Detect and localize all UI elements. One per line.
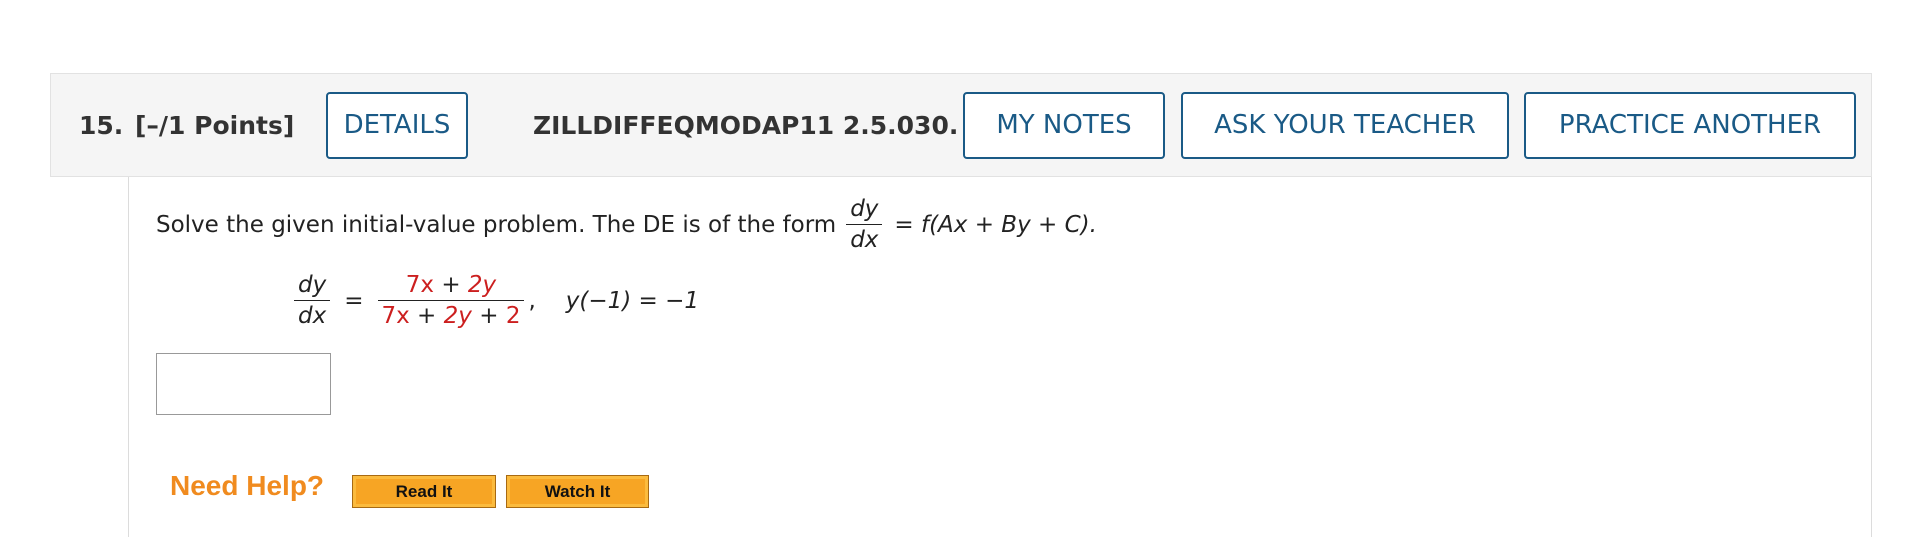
form-rhs: = f(Ax + By + C). [894,211,1097,238]
rhs-den-plus-1: + [409,303,444,329]
form-fraction: dy dx [846,196,883,253]
assignment-id: ZILLDIFFEQMODAP11 2.5.030. [533,111,959,140]
my-notes-button[interactable]: MY NOTES [963,92,1165,159]
rhs-den-plus-2: + [471,303,506,329]
form-numerator: dy [850,196,879,222]
rhs-den-term-c: 2 [505,303,521,329]
lhs-fraction: dy dx [294,272,331,329]
rhs-num-plus: + [434,272,468,298]
form-denominator: dx [846,224,883,253]
details-button[interactable]: DETAILS [326,92,468,159]
rhs-fraction: 7x + 2y 7x + 2y + 2 [377,272,525,329]
rhs-num-term-a: 7x [405,272,435,298]
answer-input[interactable] [156,353,331,415]
need-help-label: Need Help? [170,470,325,501]
watch-it-button[interactable]: Watch It [506,475,649,508]
problem-prompt: Solve the given initial-value problem. T… [156,196,1097,253]
practice-another-button[interactable]: PRACTICE ANOTHER [1524,92,1856,159]
rhs-denominator: 7x + 2y + 2 [377,300,525,329]
prompt-text: Solve the given initial-value problem. T… [156,211,837,238]
points-label: [–/1 Points] [135,111,295,140]
rhs-num-term-b: 2y [467,272,497,298]
read-it-button[interactable]: Read It [352,475,496,508]
question-number: 15. [79,111,124,140]
lhs-numerator: dy [298,272,327,298]
question-header: 15. [–/1 Points] DETAILS ZILLDIFFEQMODAP… [50,73,1872,177]
rhs-numerator: 7x + 2y [402,272,500,300]
equals-sign: = [344,287,364,314]
ask-your-teacher-button[interactable]: ASK YOUR TEACHER [1181,92,1509,159]
rhs-den-term-a: 7x [381,303,410,329]
equation-comma: , [528,287,536,314]
initial-condition: y(−1) = −1 [565,287,700,314]
differential-equation: dy dx = 7x + 2y 7x + 2y + 2 , y(−1) = −1 [290,272,699,329]
rhs-den-term-b: 2y [443,303,472,329]
lhs-denominator: dx [294,300,331,329]
